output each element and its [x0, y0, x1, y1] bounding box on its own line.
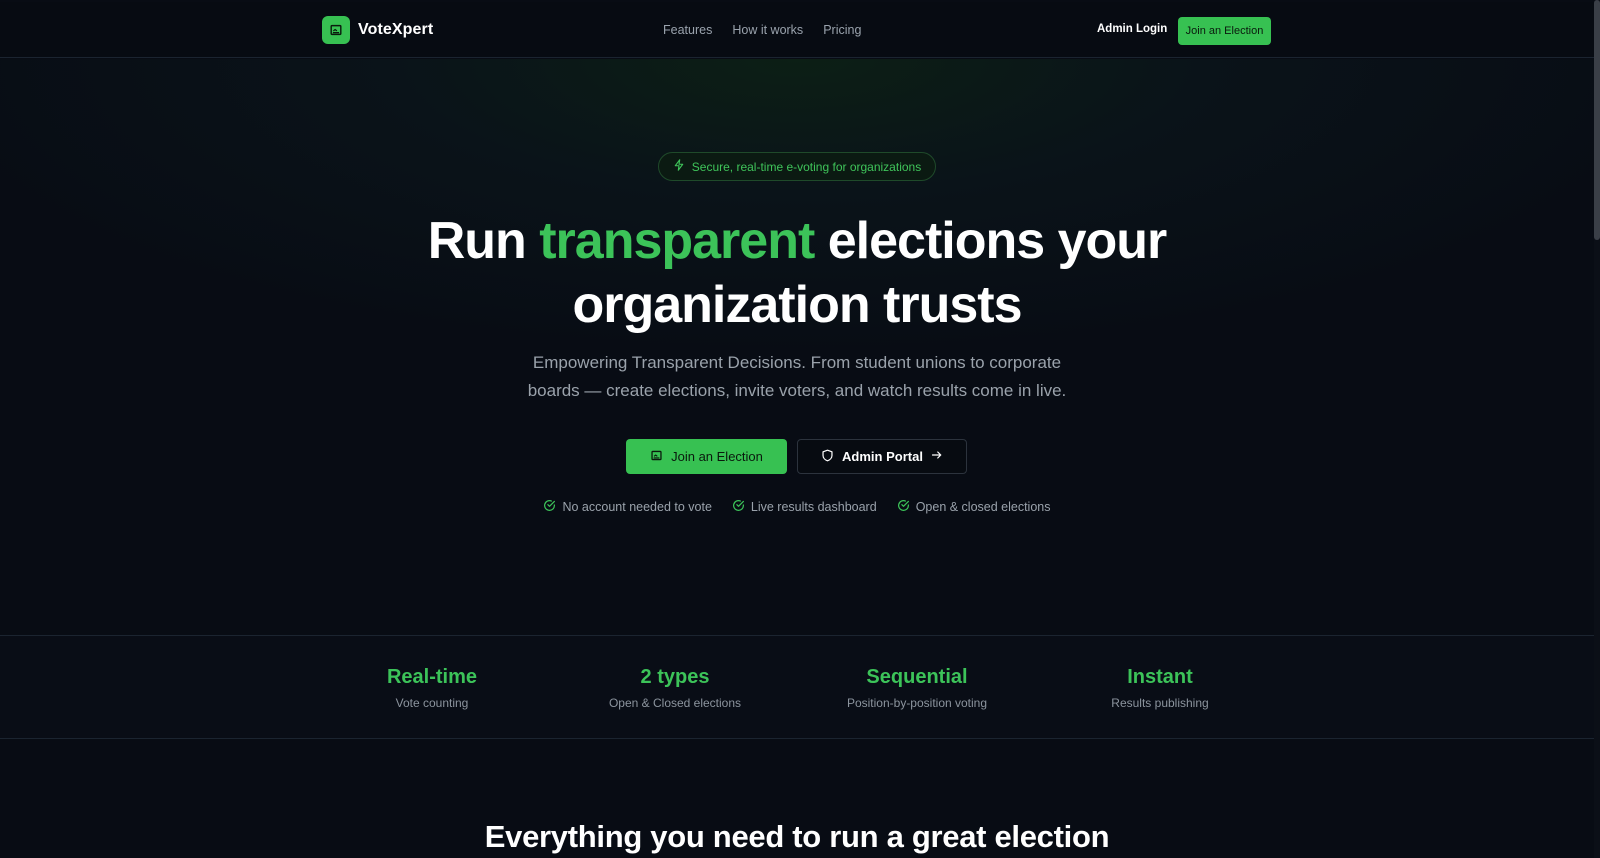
stat-label: Open & Closed elections	[608, 696, 742, 710]
headline-line2: organization trusts	[572, 276, 1022, 334]
admin-portal-label: Admin Portal	[842, 449, 923, 464]
top-navbar: VoteXpert Features How it works Pricing …	[0, 2, 1594, 58]
hero-headline: Run transparent elections your organizat…	[0, 209, 1594, 337]
subtitle-line-2: boards — create elections, invite voters…	[527, 381, 1067, 400]
nav-link-pricing[interactable]: Pricing	[823, 23, 861, 37]
nav-link-features[interactable]: Features	[663, 23, 712, 37]
stats-band: Real-time Vote counting 2 types Open & C…	[0, 635, 1594, 739]
stat-label: Results publishing	[1111, 696, 1209, 710]
stat-item: Instant Results publishing	[1040, 666, 1280, 710]
stat-value: Real-time	[386, 666, 478, 688]
badge-text: Secure, real-time e-voting for organizat…	[691, 159, 922, 174]
subtitle-line-1: Empowering Transparent Decisions. From s…	[532, 353, 1062, 372]
headline-accent: transparent	[539, 212, 815, 270]
page-scrollbar[interactable]	[1594, 0, 1600, 858]
stat-label: Position-by-position voting	[846, 696, 988, 710]
stat-label: Vote counting	[395, 696, 469, 710]
hero-feature-item: Live results dashboard	[732, 499, 877, 515]
hero-feature-text: Live results dashboard	[750, 500, 877, 514]
stat-value: 2 types	[640, 666, 710, 688]
brand-name: VoteXpert	[358, 21, 434, 38]
landing-page: VoteXpert Features How it works Pricing …	[0, 2, 1594, 858]
ballot-icon	[650, 449, 663, 465]
nav-link-how-it-works[interactable]: How it works	[732, 23, 803, 37]
hero-feature-item: Open & closed elections	[897, 499, 1051, 515]
admin-login-link[interactable]: Admin Login	[1097, 23, 1167, 35]
main-nav: Features How it works Pricing	[663, 23, 861, 37]
headline-pre: Run	[427, 212, 540, 270]
hero-subtitle: Empowering Transparent Decisions. From s…	[0, 349, 1594, 405]
brand-logo-link[interactable]: VoteXpert	[322, 16, 433, 44]
hero-section: Secure, real-time e-voting for organizat…	[0, 59, 1594, 635]
stat-item: 2 types Open & Closed elections	[555, 666, 795, 710]
join-election-label: Join an Election	[671, 449, 763, 464]
features-section-title: Everything you need to run a great elect…	[484, 819, 1110, 854]
stat-value: Sequential	[866, 666, 968, 688]
ballot-icon	[322, 16, 350, 44]
hero-badge: Secure, real-time e-voting for organizat…	[658, 152, 936, 181]
join-election-nav-button[interactable]: Join an Election	[1178, 17, 1271, 45]
check-circle-icon	[897, 499, 910, 515]
hero-feature-text: No account needed to vote	[562, 500, 712, 514]
stat-item: Sequential Position-by-position voting	[797, 666, 1037, 710]
shield-icon	[821, 449, 834, 465]
lightning-icon	[673, 159, 685, 174]
scrollbar-thumb[interactable]	[1594, 0, 1600, 240]
stat-item: Real-time Vote counting	[312, 666, 552, 710]
stat-value: Instant	[1127, 666, 1193, 688]
hero-feature-list: No account needed to vote Live results d…	[0, 499, 1594, 515]
headline-post: elections your	[814, 212, 1168, 270]
browser-window: VoteXpert Features How it works Pricing …	[0, 0, 1600, 858]
hero-feature-text: Open & closed elections	[915, 500, 1051, 514]
arrow-right-icon	[931, 449, 943, 464]
hero-feature-item: No account needed to vote	[543, 499, 712, 515]
check-circle-icon	[543, 499, 556, 515]
join-election-button[interactable]: Join an Election	[626, 439, 787, 474]
admin-portal-button[interactable]: Admin Portal	[797, 439, 967, 474]
check-circle-icon	[732, 499, 745, 515]
